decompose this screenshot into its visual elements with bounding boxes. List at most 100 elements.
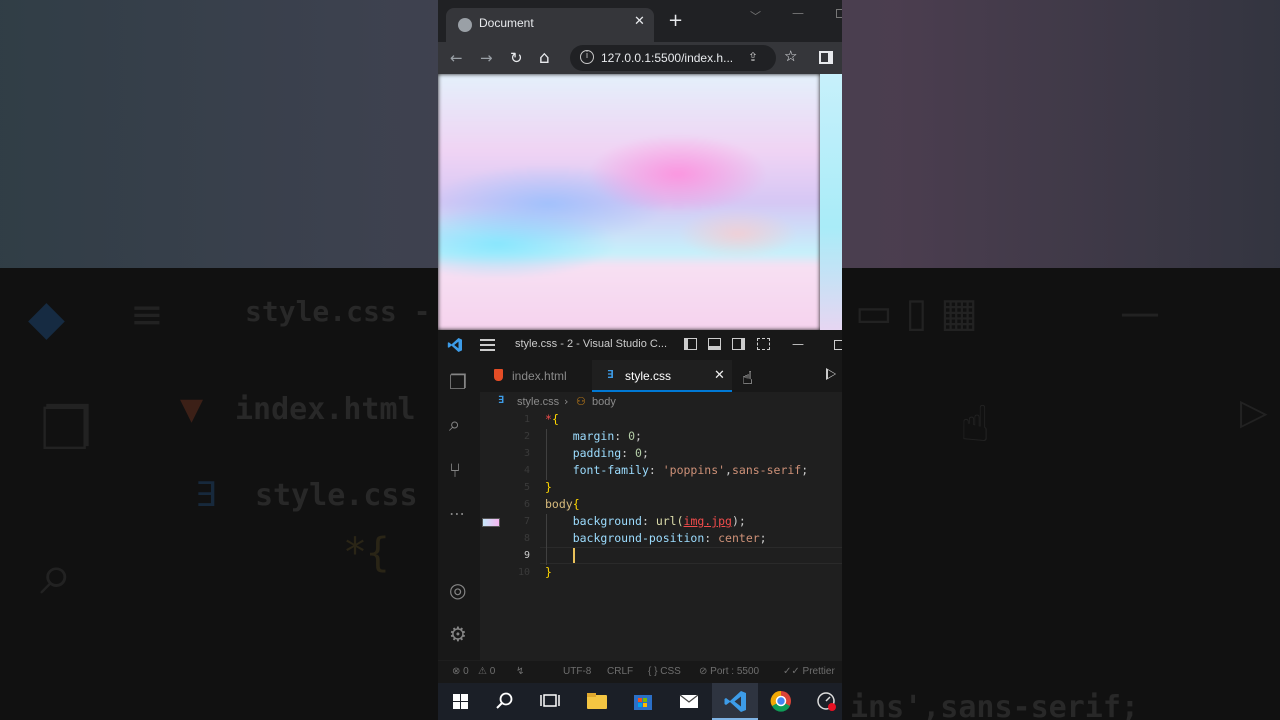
address-bar[interactable]: i 127.0.0.1:5500/index.h... ⇪ [570,45,776,71]
activity-bar: ❐ ⌕ ⑂ ⋯ ◎ ⚙ [438,360,480,660]
backdrop-minimize-icon: — [1120,290,1160,336]
toggle-panel-icon[interactable] [708,338,721,350]
vscode-logo-icon [447,338,462,352]
symbol-class-icon: ⚇ [576,395,586,408]
clock-app-icon[interactable] [804,683,842,720]
encoding[interactable]: UTF-8 [563,666,591,677]
more-dots-icon[interactable]: ⋯ [449,504,465,524]
run-play-icon[interactable] [826,368,836,380]
problems-warnings[interactable]: ⚠ 0 [478,666,495,677]
minimize-icon[interactable]: — [792,337,804,351]
minimize-icon[interactable]: — [792,6,804,20]
tab-search-chevron-icon[interactable]: ﹀ [750,8,761,24]
menu-icon[interactable] [480,339,495,351]
line-number: 8 [523,533,530,544]
chrome-icon[interactable] [758,683,804,720]
status-bar: ⊗ 0 ⚠ 0 ↯ UTF-8 CRLF { } CSS ⊘ Port : 55… [438,661,842,683]
backdrop-css-icon: ∃ [195,475,217,515]
forward-arrow-icon[interactable]: → [480,48,493,68]
line-number: 2 [523,431,530,442]
css-icon: ∃ [607,368,614,381]
tab-label: index.html [512,369,567,383]
vscode-taskbar-icon[interactable] [712,683,758,720]
backdrop-tab-style: style.css [255,478,418,513]
color-preview-swatch [482,518,500,527]
html5-icon [494,369,503,381]
breadcrumb-symbol[interactable]: body [592,396,616,408]
backdrop-brace: *{ [345,530,391,576]
globe-icon [458,18,472,32]
tab-label: style.css [625,369,672,383]
problems-errors[interactable]: ⊗ 0 [452,666,469,677]
live-share-icon[interactable]: ↯ [516,666,524,677]
close-tab-button[interactable]: ✕ [714,368,725,383]
backdrop-hand-icon: ☝ [960,395,991,453]
line-number: 1 [523,414,530,425]
current-line-highlight [540,547,842,564]
customize-layout-icon[interactable] [757,338,770,350]
home-icon[interactable]: ⌂ [539,48,550,68]
code-line-7: background: url(img.jpg); [572,514,746,528]
line-number: 5 [523,482,530,493]
code-line-5: } [545,480,552,494]
breadcrumb-file[interactable]: style.css [517,396,559,408]
line-number: 7 [523,516,530,527]
explorer-files-icon[interactable]: ❐ [449,372,467,392]
breadcrumb-separator: › [564,395,569,408]
file-explorer-icon[interactable] [574,683,620,720]
breadcrumb: ∃ style.css › ⚇ body [480,392,842,412]
maximize-icon[interactable] [836,9,842,18]
tab-index-html[interactable]: index.html [480,360,590,392]
live-server-port[interactable]: ⊘ Port : 5500 [699,666,759,677]
share-icon[interactable]: ⇪ [748,50,758,64]
task-view-icon[interactable] [527,683,573,720]
line-number: 6 [523,499,530,510]
browser-tab[interactable]: Document ✕ [446,8,654,42]
code-line-1: *{ [545,412,559,426]
backdrop-vscode-logo-icon: ◆ [28,290,65,346]
reload-icon[interactable]: ↻ [510,48,523,68]
code-line-2: margin: 0; [572,429,642,443]
settings-gear-icon[interactable]: ⚙ [449,624,467,644]
backdrop-files-icon: ❐ [40,395,92,463]
code-line-10: } [545,565,552,579]
backdrop-html-icon: ▼ [180,392,204,427]
language-mode[interactable]: { } CSS [648,666,681,677]
browser-toolbar: ← → ↻ ⌂ i 127.0.0.1:5500/index.h... ⇪ ☆ [438,42,842,74]
search-icon[interactable]: ⌕ [449,414,460,434]
toggle-secondary-sidebar-icon[interactable] [732,338,745,350]
backdrop-code: ins',sans-serif; [850,690,1139,720]
code-editor[interactable]: 1 2 3 4 5 6 7 8 9 10 *{ margin: 0; paddi… [480,412,842,662]
code-line-8: background-position: center; [572,531,767,545]
close-tab-button[interactable]: ✕ [634,14,645,29]
hand-pointer-cursor-icon: ☝ [742,368,753,389]
toggle-sidebar-icon[interactable] [684,338,697,350]
search-icon[interactable] [482,683,528,720]
prettier-status[interactable]: ✓✓ Prettier [783,666,835,677]
windows-taskbar [438,683,842,720]
tab-style-css[interactable]: ∃ style.css ✕ [592,360,732,392]
account-icon[interactable]: ◎ [449,580,466,600]
back-arrow-icon[interactable]: ← [450,48,463,68]
microsoft-store-icon[interactable] [620,683,666,720]
backdrop-title: style.css - 2 [245,295,465,328]
site-info-icon[interactable]: i [580,50,594,64]
backdrop-tab-index: index.html [235,392,416,427]
mail-icon[interactable] [666,683,712,720]
new-tab-button[interactable]: + [668,12,683,30]
code-line-3: padding: 0; [572,446,649,460]
windows-start-icon[interactable] [438,683,484,720]
bookmark-star-icon[interactable]: ☆ [784,47,797,65]
line-number-current: 9 [523,550,530,561]
maximize-icon[interactable] [834,340,842,350]
css-icon: ∃ [498,395,505,406]
backdrop-search-icon: ⌕ [40,540,73,608]
backdrop-run-icon: ▷ [1240,392,1268,433]
code-line-4: font-family: 'poppins',sans-serif; [572,463,809,477]
page-background-repeat [820,74,842,330]
source-control-icon[interactable]: ⑂ [449,460,461,480]
text-cursor [573,548,575,563]
browser-tab-title: Document [479,16,534,30]
line-ending[interactable]: CRLF [607,666,633,677]
side-panel-icon[interactable] [819,51,833,64]
